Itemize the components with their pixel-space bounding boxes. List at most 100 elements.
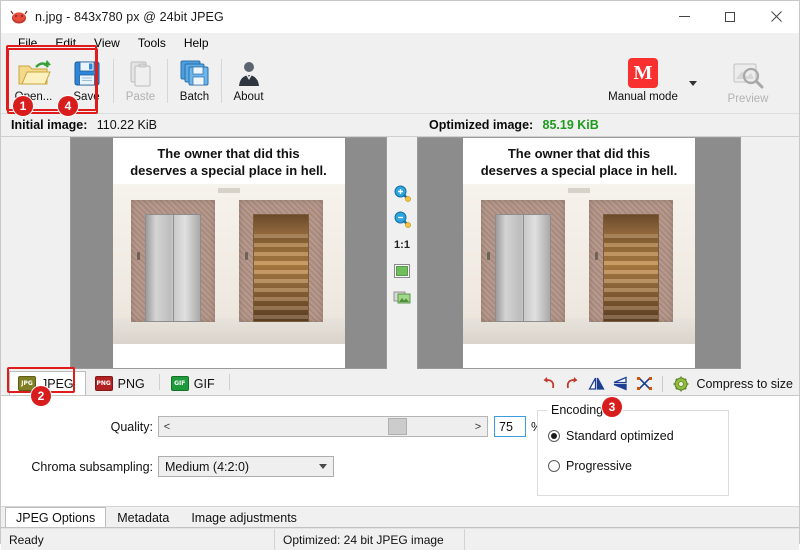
chroma-subsampling-label: Chroma subsampling: bbox=[1, 460, 153, 474]
stairs-button-plate bbox=[245, 252, 248, 260]
wall-sign bbox=[218, 188, 240, 193]
stairs-door-frame bbox=[589, 200, 673, 322]
menu-file[interactable]: File bbox=[9, 34, 46, 53]
toolbar-separator bbox=[662, 376, 663, 392]
stairs-door-inner bbox=[603, 214, 659, 322]
stairs-opening bbox=[603, 214, 659, 322]
chevron-down-icon[interactable] bbox=[689, 81, 697, 86]
annotation-badge-3: 3 bbox=[602, 397, 622, 417]
caption-line-2: deserves a special place in hell. bbox=[469, 162, 689, 179]
status-bar: Ready Optimized: 24 bit JPEG image bbox=[1, 528, 799, 550]
save-diskette-icon bbox=[68, 57, 106, 89]
mode-label: Manual mode bbox=[608, 91, 678, 103]
redo-icon[interactable] bbox=[564, 375, 581, 392]
quality-slider-right-arrow[interactable]: > bbox=[470, 421, 486, 433]
preview-button: Preview bbox=[715, 55, 781, 111]
batch-button-label: Batch bbox=[180, 91, 209, 103]
original-photo: The owner that did this deserves a speci… bbox=[113, 138, 345, 368]
mode-selector[interactable]: M Manual mode bbox=[583, 55, 703, 111]
original-image-pane[interactable]: The owner that did this deserves a speci… bbox=[70, 137, 387, 369]
compress-gear-icon[interactable] bbox=[672, 375, 689, 392]
elevator-door-frame bbox=[481, 200, 565, 322]
chroma-subsampling-value: Medium (4:2:0) bbox=[165, 460, 249, 474]
preview-button-label: Preview bbox=[728, 93, 769, 105]
tab-png[interactable]: PNG PNG bbox=[86, 371, 157, 395]
stairs-door-frame bbox=[239, 200, 323, 322]
radio-standard-optimized[interactable] bbox=[548, 430, 560, 442]
initial-image-label: Initial image: bbox=[11, 118, 87, 132]
menu-bar: File Edit View Tools Help bbox=[1, 33, 799, 53]
tab-image-adjustments[interactable]: Image adjustments bbox=[180, 507, 308, 527]
wall-sign bbox=[568, 188, 590, 193]
png-file-icon: PNG bbox=[95, 376, 113, 391]
elevator-metal-door bbox=[495, 214, 551, 322]
encoding-option-standard[interactable]: Standard optimized bbox=[548, 429, 674, 443]
caption-line-2: deserves a special place in hell. bbox=[119, 162, 339, 179]
encoding-group-title: Encoding bbox=[547, 403, 607, 417]
elevator-door-inner bbox=[495, 214, 551, 322]
quality-slider[interactable]: < > bbox=[158, 416, 488, 437]
paste-button-label: Paste bbox=[126, 91, 155, 103]
tab-metadata[interactable]: Metadata bbox=[106, 507, 180, 527]
flip-horizontal-icon[interactable] bbox=[588, 375, 605, 392]
window-controls bbox=[661, 1, 799, 32]
fit-to-window-icon[interactable] bbox=[392, 261, 412, 281]
batch-icon bbox=[176, 57, 214, 89]
encoding-option-progressive-label: Progressive bbox=[566, 459, 632, 473]
tab-gif[interactable]: GIF GIF bbox=[162, 371, 227, 395]
zoom-in-icon[interactable] bbox=[392, 183, 412, 203]
size-info-bar: Initial image: 110.22 KiB Optimized imag… bbox=[1, 114, 799, 137]
undo-icon[interactable] bbox=[540, 375, 557, 392]
optimized-image-info: Optimized image: 85.19 KiB bbox=[421, 118, 599, 132]
quality-label: Quality: bbox=[1, 420, 153, 434]
call-button-plate bbox=[487, 252, 490, 260]
batch-button[interactable]: Batch bbox=[168, 53, 221, 110]
optimized-image-value: 85.19 KiB bbox=[543, 118, 599, 132]
compress-to-size-label[interactable]: Compress to size bbox=[696, 377, 793, 391]
menu-help[interactable]: Help bbox=[175, 34, 218, 53]
tab-gif-label: GIF bbox=[194, 377, 215, 391]
rotate-icon[interactable] bbox=[636, 375, 653, 392]
minimize-button[interactable] bbox=[661, 1, 707, 32]
quality-input[interactable]: 75 bbox=[494, 416, 526, 437]
menu-tools[interactable]: Tools bbox=[129, 34, 175, 53]
close-button[interactable] bbox=[753, 1, 799, 32]
call-button-plate bbox=[137, 252, 140, 260]
gif-file-icon: GIF bbox=[171, 376, 189, 391]
paste-icon bbox=[122, 57, 160, 89]
encoding-option-standard-label: Standard optimized bbox=[566, 429, 674, 443]
status-ready: Ready bbox=[1, 529, 274, 550]
stairs-button-plate bbox=[595, 252, 598, 260]
stairs-opening bbox=[253, 214, 309, 322]
chroma-subsampling-select[interactable]: Medium (4:2:0) bbox=[158, 456, 334, 477]
tab-jpeg-options[interactable]: JPEG Options bbox=[5, 507, 106, 527]
menu-edit[interactable]: Edit bbox=[46, 34, 85, 53]
about-button[interactable]: About bbox=[222, 53, 275, 110]
image-compare-area: The owner that did this deserves a speci… bbox=[1, 137, 799, 369]
quality-slider-thumb[interactable] bbox=[388, 418, 407, 435]
tab-separator bbox=[229, 374, 230, 390]
chroma-row: Chroma subsampling: Medium (4:2:0) bbox=[1, 456, 521, 477]
open-external-viewer-icon[interactable] bbox=[392, 287, 412, 307]
optimized-photo: The owner that did this deserves a speci… bbox=[463, 138, 695, 368]
caption-line-1: The owner that did this bbox=[469, 145, 689, 162]
encoding-group: Encoding Standard optimized Progressive bbox=[537, 410, 729, 496]
menu-view[interactable]: View bbox=[85, 34, 129, 53]
stairs-door-inner bbox=[253, 214, 309, 322]
annotation-badge-4: 4 bbox=[58, 96, 78, 116]
annotation-badge-2: 2 bbox=[31, 386, 51, 406]
encoding-option-progressive[interactable]: Progressive bbox=[548, 459, 632, 473]
save-button-label: Save bbox=[73, 91, 99, 103]
title-bar: n.jpg - 843x780 px @ 24bit JPEG bbox=[1, 1, 799, 33]
manual-mode-icon: M bbox=[628, 58, 658, 88]
radio-progressive[interactable] bbox=[548, 460, 560, 472]
preview-magnifier-icon bbox=[729, 59, 767, 91]
jpeg-options-panel: Quality: < > 75 % Chroma subsampling: Me… bbox=[1, 396, 799, 507]
maximize-button[interactable] bbox=[707, 1, 753, 32]
flip-vertical-icon[interactable] bbox=[612, 375, 629, 392]
quality-slider-left-arrow[interactable]: < bbox=[159, 421, 175, 433]
zoom-out-icon[interactable] bbox=[392, 209, 412, 229]
image-operations-toolbar: Compress to size bbox=[540, 375, 793, 392]
optimized-image-pane[interactable]: The owner that did this deserves a speci… bbox=[417, 137, 741, 369]
zoom-actual-size-button[interactable]: 1:1 bbox=[392, 235, 412, 255]
